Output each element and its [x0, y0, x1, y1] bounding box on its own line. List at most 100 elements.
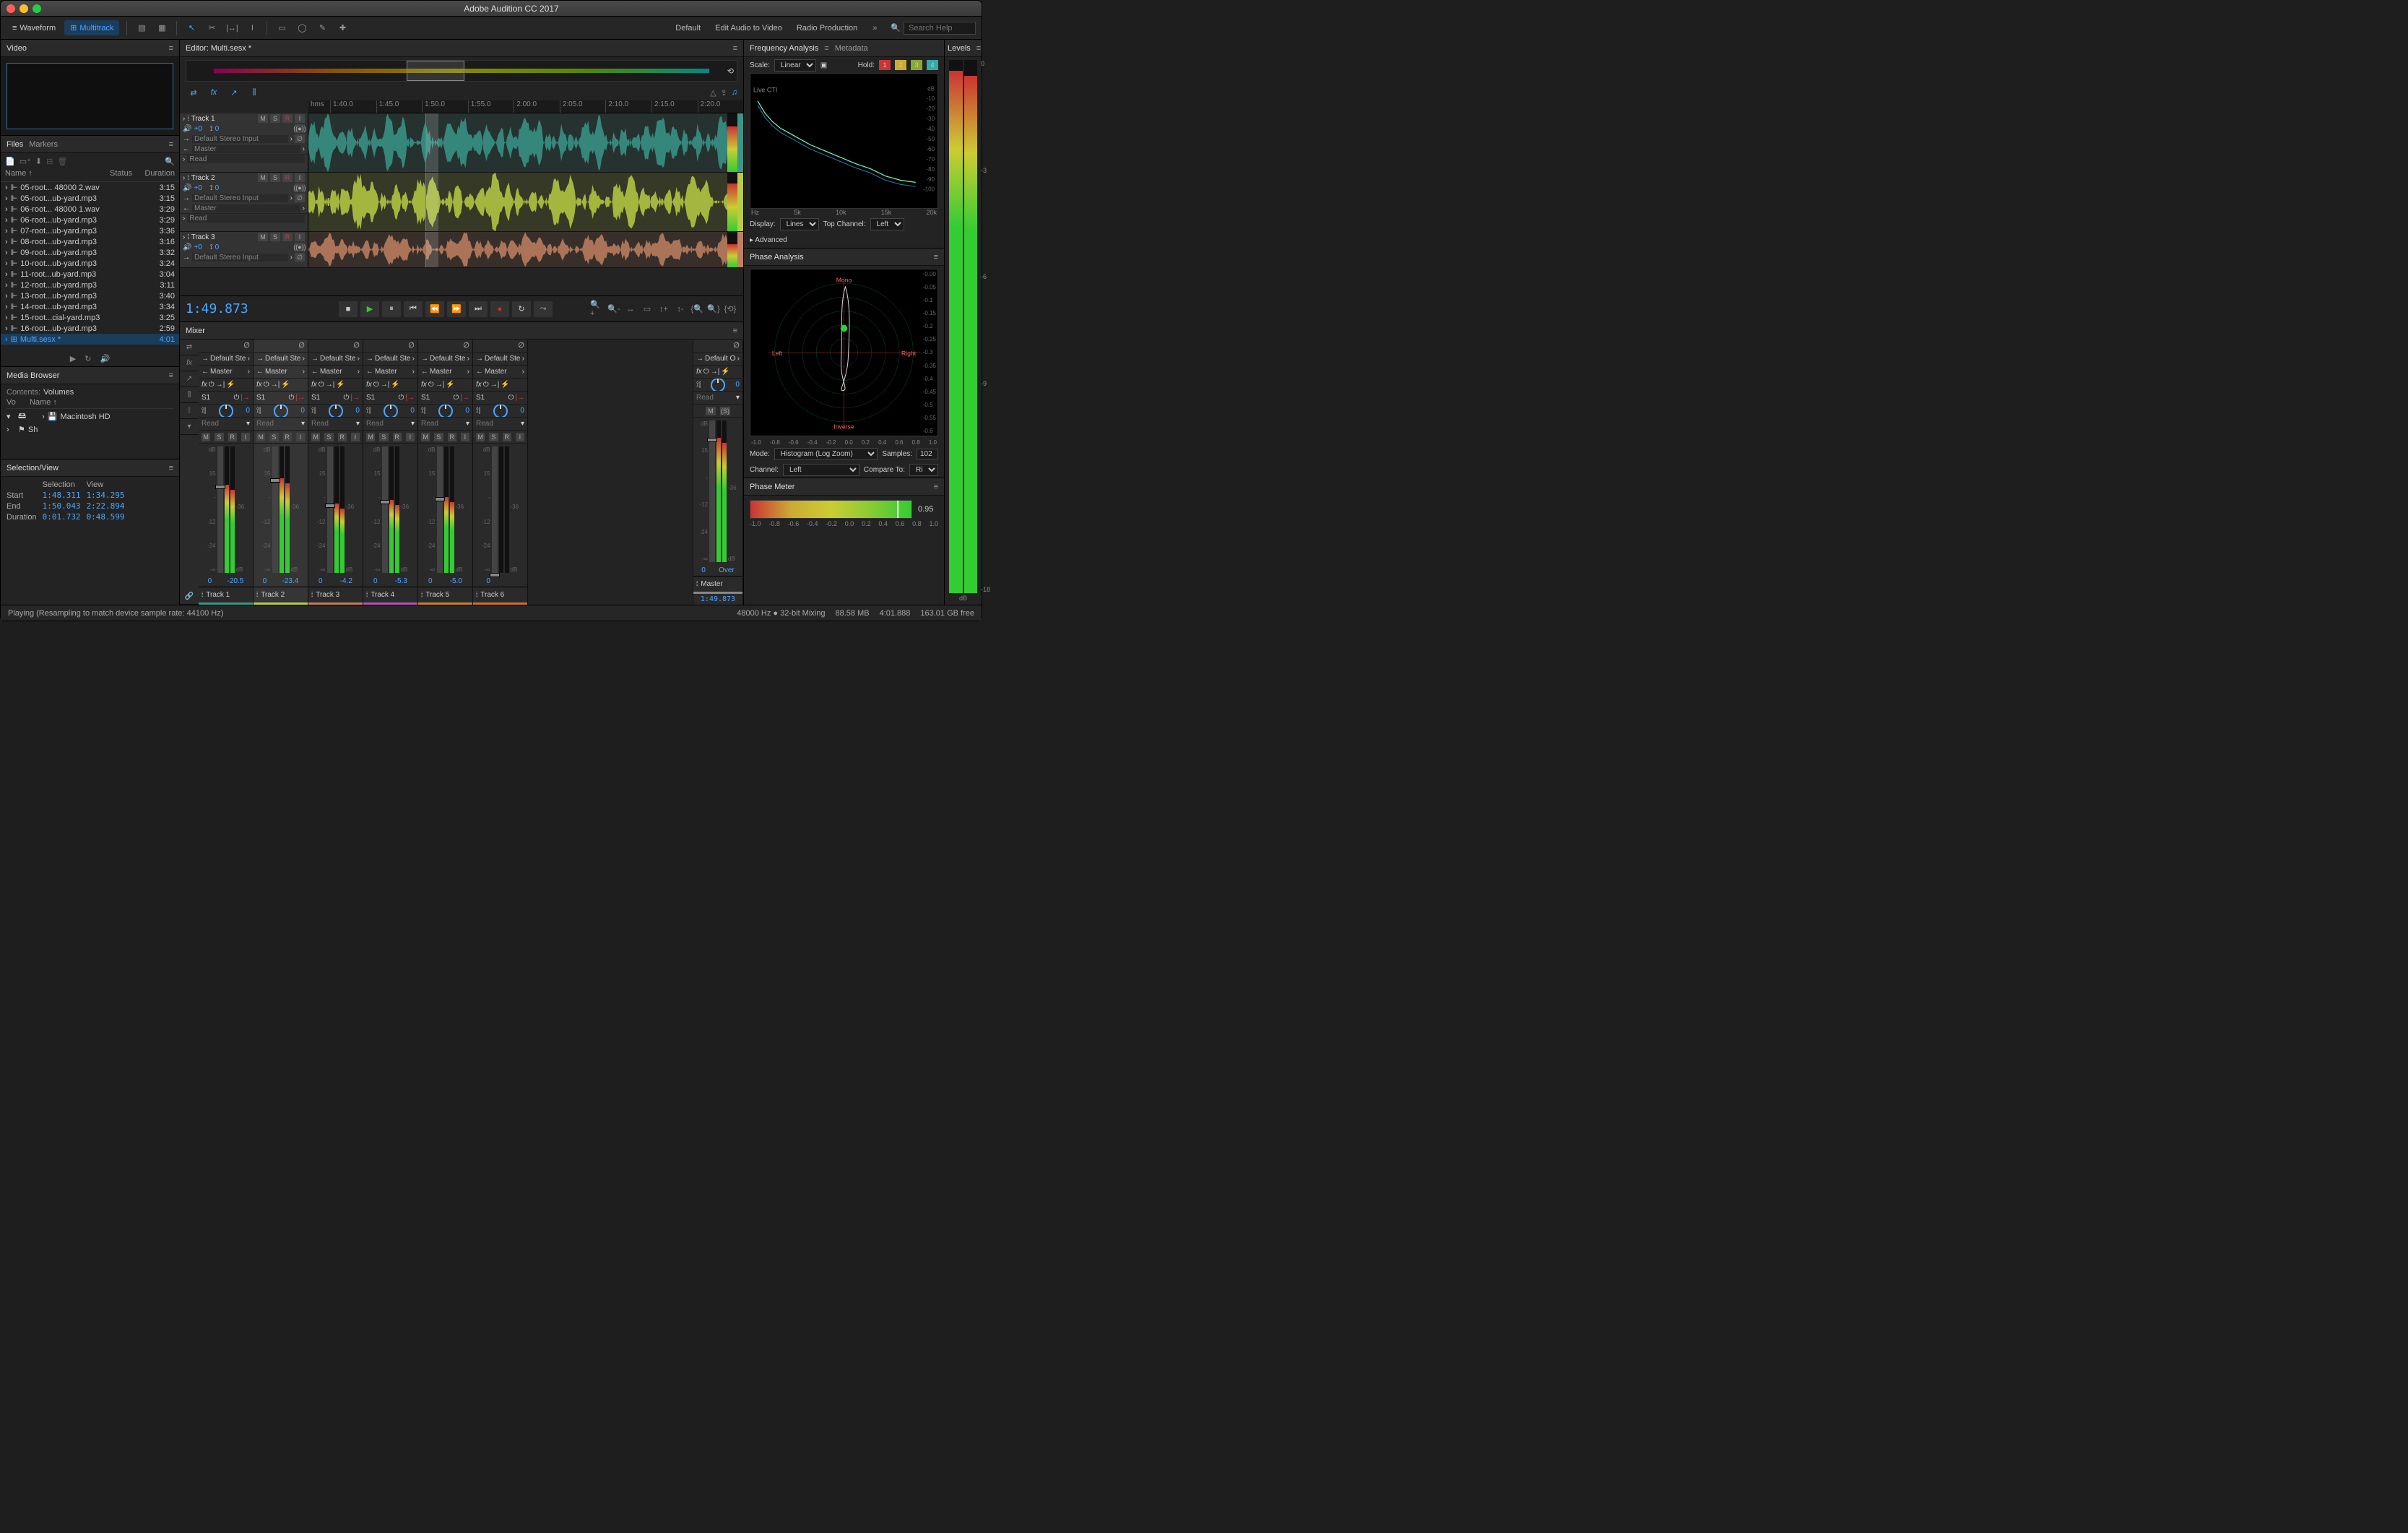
record-button[interactable]: ● [490, 301, 509, 317]
fader-handle[interactable] [215, 485, 225, 489]
expand-icon[interactable]: › [5, 314, 8, 322]
freq-topch-select[interactable]: Left [870, 218, 904, 230]
workspace-radio[interactable]: Radio Production [789, 21, 865, 35]
levels-tab[interactable]: Levels [948, 44, 971, 53]
strip-input[interactable]: Default Ster [210, 355, 246, 363]
go-to-end-button[interactable]: ⏭ [469, 301, 488, 317]
pan-mode-icon[interactable]: ⟟| [696, 381, 701, 389]
mixer-collapse-icon[interactable]: ▾ [180, 419, 199, 435]
playhead[interactable] [425, 173, 426, 231]
zoom-out-v-icon[interactable]: ↕- [673, 303, 688, 316]
freq-advanced-toggle[interactable]: ▸ Advanced [750, 236, 787, 244]
strip-solo-button[interactable]: S [324, 433, 333, 441]
pan-value[interactable]: 0 [735, 381, 740, 389]
metadata-tab[interactable]: Metadata [835, 44, 868, 53]
close-file-icon[interactable]: ⊟ [46, 157, 53, 166]
mixer-tab[interactable]: Mixer [186, 327, 205, 335]
loop-button[interactable]: ↻ [512, 301, 531, 317]
play-file-icon[interactable]: ▶ [70, 354, 76, 363]
fx-power-icon[interactable]: ⏻ [264, 381, 269, 389]
mixer-link-icon[interactable]: 🔗 [180, 589, 199, 605]
track-volume[interactable]: +0 [194, 184, 202, 192]
strip-vol-value[interactable]: 0 [486, 577, 490, 585]
selection-view-tab[interactable]: Selection/View [7, 464, 59, 472]
zoom-out-point-icon[interactable]: 🔍} [706, 303, 721, 316]
mixer-fx-section-icon[interactable]: fx [180, 355, 199, 371]
strip-input[interactable]: Default Ster [320, 355, 356, 363]
zoom-in-icon[interactable]: 🔍+ [590, 303, 605, 316]
pan-mode-icon[interactable]: ⟟| [311, 407, 316, 415]
strip-input[interactable]: Default Ster [485, 355, 521, 363]
workspace-overflow-icon[interactable]: » [866, 20, 883, 37]
expand-icon[interactable]: › [5, 238, 8, 246]
expand-icon[interactable]: › [5, 205, 8, 214]
spectral-display-icon[interactable]: ▤ [133, 20, 150, 37]
send-pre-icon[interactable]: |→ [350, 394, 360, 402]
track-output-select[interactable]: Master [192, 204, 300, 212]
automation-expand-icon[interactable]: › [183, 215, 185, 223]
track-handle-icon[interactable]: ⦙ [311, 591, 313, 599]
pan-mode-icon[interactable]: ⟟| [256, 407, 261, 415]
track-volume[interactable]: +0 [194, 243, 202, 251]
phase-invert-button[interactable]: ∅ [295, 134, 305, 143]
playhead[interactable] [425, 113, 426, 172]
send-label[interactable]: S1 [421, 394, 430, 402]
pan-value[interactable]: 0 [300, 407, 305, 415]
mb-col-name[interactable]: Name ↑ [30, 398, 57, 407]
strip-output[interactable]: Master [265, 368, 301, 376]
sv-sel-start[interactable]: 1:48.311 [43, 490, 87, 501]
workspace-default[interactable]: Default [668, 21, 708, 35]
track-color-strip[interactable] [737, 232, 743, 267]
stop-button[interactable]: ■ [339, 301, 358, 317]
fader-handle[interactable] [270, 478, 280, 483]
strip-automation[interactable]: Read [696, 394, 735, 402]
trash-icon[interactable]: 🗑 [57, 157, 67, 166]
fx-post-icon[interactable]: ⚡ [721, 368, 729, 376]
strip-automation[interactable]: Read [476, 420, 519, 428]
track-color-strip[interactable] [737, 173, 743, 231]
track-clip-area[interactable] [308, 113, 727, 172]
mb-volume-row[interactable]: ▾🖴 ›💾 Macintosh HD [7, 409, 173, 424]
strip-solo-button[interactable]: (S) [720, 407, 730, 415]
track-handle-icon[interactable]: ⦙ [187, 233, 189, 241]
solo-button[interactable]: S [270, 114, 280, 123]
mute-button[interactable]: M [258, 114, 268, 123]
mute-button[interactable]: M [258, 173, 268, 182]
send-power-icon[interactable]: ⏻ [288, 394, 294, 402]
fx-power-icon[interactable]: ⏻ [483, 381, 489, 389]
file-row[interactable]: › ⊩ 16-root...ub-yard.mp3 2:59 [1, 323, 179, 334]
strip-peak-value[interactable]: -5.3 [395, 577, 407, 585]
fx-post-icon[interactable]: ⚡ [281, 381, 290, 389]
fader-handle[interactable] [490, 573, 500, 577]
strip-input[interactable]: Default Ster [375, 355, 411, 363]
fx-post-icon[interactable]: ⚡ [501, 381, 509, 389]
send-label[interactable]: S1 [256, 394, 265, 402]
fx-power-icon[interactable]: ⏻ [428, 381, 434, 389]
strip-automation[interactable]: Read [366, 420, 410, 428]
strip-name-row[interactable]: ⦙Track 4 [363, 587, 417, 603]
strip-input[interactable]: Default Ster [265, 355, 301, 363]
expand-icon[interactable]: › [5, 324, 8, 333]
strip-peak-value[interactable]: Over [719, 566, 735, 574]
freq-analysis-tab[interactable]: Frequency Analysis [750, 44, 818, 53]
fx-post-icon[interactable]: ⚡ [446, 381, 454, 389]
maximize-window-button[interactable] [33, 4, 41, 13]
strip-rec-button[interactable]: R [283, 433, 292, 441]
fx-power-icon[interactable]: ⏻ [319, 381, 324, 389]
file-list[interactable]: › ⊩ 05-root... 48000 2.wav 3:15› ⊩ 05-ro… [1, 182, 179, 350]
loop-file-icon[interactable]: ↻ [85, 354, 91, 363]
mixer-menu-icon[interactable]: ≡ [733, 327, 737, 335]
strip-vol-value[interactable]: 0 [208, 577, 212, 585]
strip-phase-icon[interactable]: ∅ [243, 342, 250, 350]
file-row[interactable]: › ⊩ 12-root...ub-yard.mp3 3:11 [1, 280, 179, 290]
play-button[interactable]: ▶ [360, 301, 379, 317]
zoom-navigator[interactable]: ⟲ [186, 60, 737, 82]
strip-mon-button[interactable]: I [406, 433, 415, 441]
slip-tool-icon[interactable]: |↔| [223, 20, 241, 37]
track-name[interactable]: Track 2 [191, 174, 256, 182]
zoom-out-icon[interactable]: 🔍- [607, 303, 621, 316]
send-pre-icon[interactable]: |→ [295, 394, 305, 402]
pan-value[interactable]: 0 [355, 407, 360, 415]
send-pre-icon[interactable]: |→ [405, 394, 415, 402]
frequency-plot[interactable]: Live CTI dB-10-20-30-40-50-60-70-80-90-1… [750, 73, 938, 209]
